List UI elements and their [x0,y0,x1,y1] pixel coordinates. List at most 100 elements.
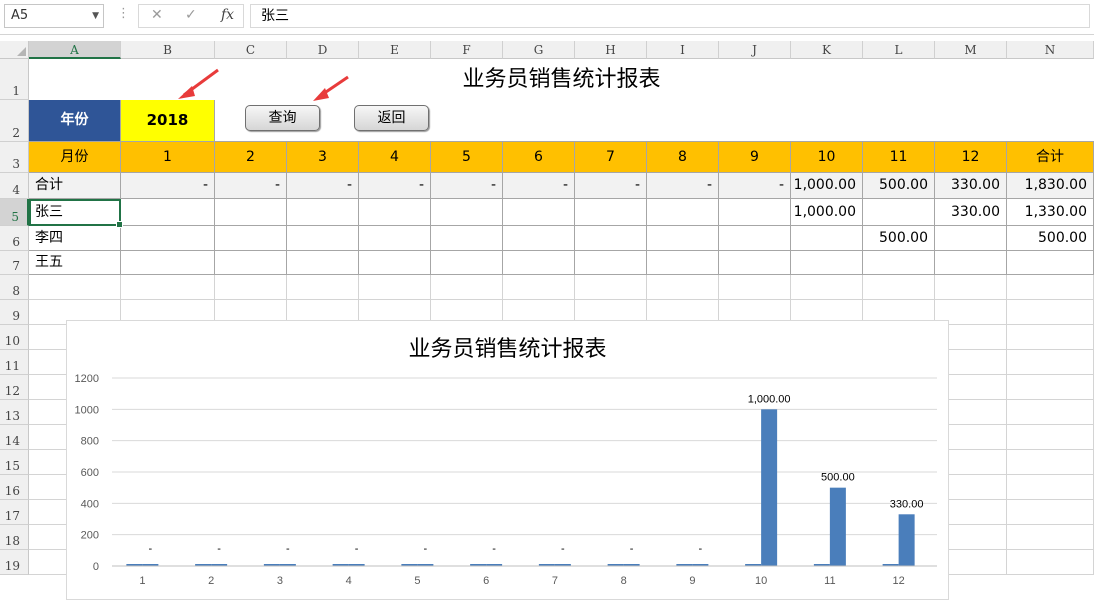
value-cell[interactable] [503,226,575,251]
column-header-K[interactable]: K [791,41,863,59]
bar-chart[interactable]: 业务员销售统计报表 0 200 400 600 800 1000 1200-1-2-3-4-… [66,320,949,600]
row-name-cell[interactable]: 合计 [29,173,121,199]
cell[interactable] [719,275,791,300]
value-cell[interactable] [503,251,575,275]
month-header-9[interactable]: 9 [719,142,791,173]
value-cell[interactable] [359,226,431,251]
value-cell[interactable]: - [287,173,359,199]
cell[interactable] [647,275,719,300]
row-header-3[interactable]: 3 [0,142,29,173]
value-cell[interactable] [935,251,1007,275]
value-cell[interactable]: - [575,173,647,199]
column-header-A[interactable]: A [29,41,121,59]
value-cell[interactable] [791,251,863,275]
cell[interactable] [791,275,863,300]
cell[interactable] [431,275,503,300]
cell[interactable] [431,100,503,142]
value-cell[interactable] [647,251,719,275]
column-header-C[interactable]: C [215,41,287,59]
row-header-9[interactable]: 9 [0,300,29,325]
cell[interactable] [1007,450,1094,475]
cancel-icon[interactable]: ✕ [151,7,163,23]
row-header-4[interactable]: 4 [0,173,29,199]
value-cell[interactable] [121,199,215,226]
year-label-cell[interactable]: 年份 [29,100,121,142]
cell[interactable] [503,275,575,300]
value-cell[interactable]: - [121,173,215,199]
row-header-5[interactable]: 5 [0,199,29,226]
total-header-cell[interactable]: 合计 [1007,142,1094,173]
month-header-cell[interactable]: 月份 [29,142,121,173]
cell[interactable] [359,275,431,300]
name-box[interactable]: A5 ▼ [4,4,104,28]
row-header-6[interactable]: 6 [0,226,29,251]
value-cell[interactable] [575,226,647,251]
month-header-3[interactable]: 3 [287,142,359,173]
value-cell[interactable] [935,226,1007,251]
value-cell[interactable] [121,251,215,275]
formula-input[interactable]: 张三 [250,4,1090,28]
cell[interactable] [1007,500,1094,525]
row-header-12[interactable]: 12 [0,375,29,400]
cell[interactable] [1007,300,1094,325]
value-cell[interactable] [719,199,791,226]
value-cell[interactable]: - [503,173,575,199]
value-cell[interactable] [359,199,431,226]
column-header-I[interactable]: I [647,41,719,59]
cell[interactable] [29,275,121,300]
value-cell[interactable]: 500.00 [863,226,935,251]
select-all-corner[interactable] [0,41,29,59]
value-cell[interactable] [719,226,791,251]
row-header-11[interactable]: 11 [0,350,29,375]
row-header-10[interactable]: 10 [0,325,29,350]
column-header-N[interactable]: N [1007,41,1094,59]
row-header-2[interactable]: 2 [0,100,29,142]
row-name-cell[interactable]: 王五 [29,251,121,275]
value-cell[interactable] [431,251,503,275]
column-header-D[interactable]: D [287,41,359,59]
value-cell[interactable]: 330.00 [935,173,1007,199]
month-header-11[interactable]: 11 [863,142,935,173]
month-header-5[interactable]: 5 [431,142,503,173]
cell[interactable] [1007,550,1094,575]
value-cell[interactable] [287,226,359,251]
cell[interactable] [503,100,575,142]
insert-function-icon[interactable]: fx [221,7,234,23]
month-header-10[interactable]: 10 [791,142,863,173]
cell[interactable] [719,100,791,142]
value-cell[interactable] [791,226,863,251]
value-cell[interactable]: 500.00 [863,173,935,199]
value-cell[interactable]: 1,000.00 [791,173,863,199]
row-header-13[interactable]: 13 [0,400,29,425]
cell[interactable] [287,275,359,300]
value-cell[interactable] [359,251,431,275]
column-header-E[interactable]: E [359,41,431,59]
row-header-18[interactable]: 18 [0,525,29,550]
month-header-6[interactable]: 6 [503,142,575,173]
column-header-H[interactable]: H [575,41,647,59]
row-header-19[interactable]: 19 [0,550,29,575]
value-cell[interactable] [215,199,287,226]
value-cell[interactable] [719,251,791,275]
row-name-cell[interactable]: 李四 [29,226,121,251]
value-cell[interactable]: - [647,173,719,199]
value-cell[interactable] [575,251,647,275]
year-value-cell[interactable]: 2018 [121,100,215,142]
cell[interactable] [1007,375,1094,400]
column-header-B[interactable]: B [121,41,215,59]
chevron-down-icon[interactable]: ▼ [92,5,99,27]
value-cell[interactable] [287,251,359,275]
value-cell[interactable] [647,226,719,251]
row-header-14[interactable]: 14 [0,425,29,450]
cell[interactable] [1007,275,1094,300]
cell[interactable] [1007,425,1094,450]
month-header-12[interactable]: 12 [935,142,1007,173]
back-button[interactable]: 返回 [354,105,429,131]
query-button[interactable]: 查询 [245,105,320,131]
cell[interactable] [935,100,1007,142]
value-cell[interactable] [647,199,719,226]
cell[interactable] [575,100,647,142]
value-cell[interactable] [431,199,503,226]
cell[interactable] [791,100,863,142]
row-header-8[interactable]: 8 [0,275,29,300]
